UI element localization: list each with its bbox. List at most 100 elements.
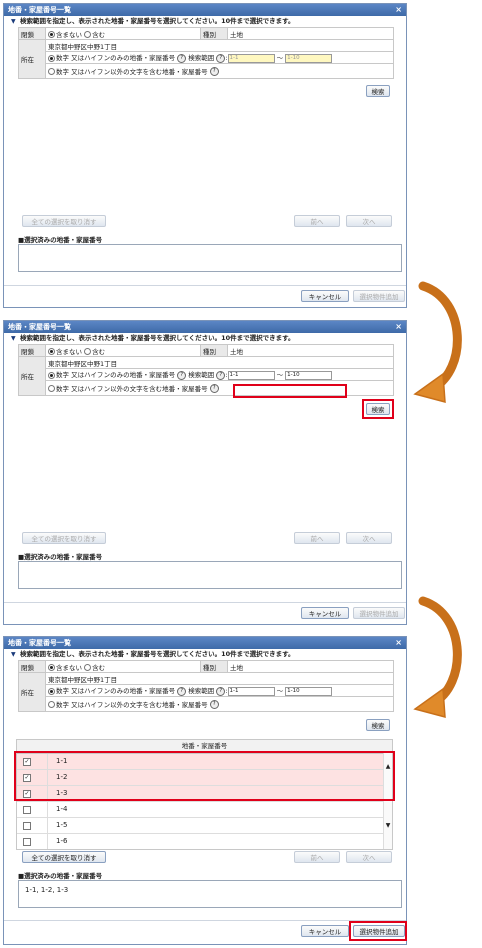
dialog-title: 地番・家屋番号一覧 (8, 323, 71, 331)
selected-box (18, 561, 402, 589)
add-selected-button[interactable]: 選択物件追加 (353, 607, 405, 619)
kind-value: 土地 (227, 660, 394, 673)
closed-include-radio[interactable] (84, 348, 92, 355)
dialog-titlebar: 地番・家屋番号一覧 × (4, 637, 406, 649)
help-icon[interactable]: ? (177, 53, 187, 63)
triangle-icon: ▼ (11, 651, 16, 658)
help-icon[interactable]: ? (209, 384, 219, 394)
row-checkbox[interactable] (23, 838, 31, 846)
prev-button[interactable]: 前へ (294, 215, 340, 227)
next-button[interactable]: 次へ (346, 215, 392, 227)
cancel-button[interactable]: キャンセル (301, 925, 349, 937)
range-from-input[interactable]: 1-1 (227, 370, 275, 380)
help-icon[interactable]: ? (209, 700, 219, 710)
search-conditions: 閉鎖 含まない 含む 種別 土地 所在 東京都中野区中野1丁目 数字 又はハイフ… (18, 660, 394, 712)
range-to-input[interactable]: 1-10 (285, 53, 333, 63)
search-button[interactable]: 検索 (366, 85, 390, 97)
cancel-button[interactable]: キャンセル (301, 290, 349, 302)
closed-exclude-radio[interactable] (48, 348, 55, 355)
instruction: ▼ 検索範囲を指定し、表示された地番・家屋番号を選択してください。10件まで選択で… (11, 650, 295, 658)
location-label: 所在 (18, 39, 46, 79)
add-selected-button[interactable]: 選択物件追加 (353, 290, 405, 302)
cancel-button[interactable]: キャンセル (301, 607, 349, 619)
range-from-input[interactable]: 1-1 (227, 686, 275, 696)
closed-label: 閉鎖 (18, 660, 46, 673)
closed-label: 閉鎖 (18, 27, 46, 40)
range-to-input[interactable]: 1-10 (285, 686, 333, 696)
closed-exclude-radio[interactable] (48, 31, 55, 38)
address-value: 東京都中野区中野1丁目 (45, 39, 394, 52)
kind-label: 種別 (200, 27, 228, 40)
row-value: 1-5 (47, 818, 67, 833)
dialog-title: 地番・家屋番号一覧 (8, 6, 71, 14)
table-row[interactable]: 1-6 (17, 834, 392, 849)
table-row[interactable]: 1-4 (17, 802, 392, 818)
location-label: 所在 (18, 356, 46, 396)
help-icon[interactable]: ? (177, 370, 187, 380)
other-radio[interactable] (48, 385, 55, 393)
numeric-radio[interactable] (48, 54, 55, 62)
search-highlight (362, 399, 394, 419)
selected-label: ■選択済みの地番・家屋番号 (18, 236, 103, 244)
address-value: 東京都中野区中野1丁目 (45, 672, 394, 685)
flow-arrow-2 (413, 596, 462, 718)
dialog-step1: 地番・家屋番号一覧 × ▼ 検索範囲を指定し、表示された地番・家屋番号を選択してく… (3, 3, 407, 308)
dialog-step2: 地番・家屋番号一覧 × ▼ 検索範囲を指定し、表示された地番・家屋番号を選択してく… (3, 320, 407, 625)
range-to-input[interactable]: 1-10 (285, 370, 333, 380)
clear-all-button[interactable]: 全ての選択を取り消す (22, 215, 106, 227)
dialog-titlebar: 地番・家屋番号一覧 × (4, 4, 406, 16)
help-icon[interactable]: ? (177, 686, 187, 696)
help-icon[interactable]: ? (216, 686, 226, 696)
rows-highlight (14, 751, 395, 801)
clear-all-button[interactable]: 全ての選択を取り消す (22, 851, 106, 863)
help-icon[interactable]: ? (209, 67, 219, 77)
numeric-radio[interactable] (48, 687, 55, 695)
selected-label: ■選択済みの地番・家屋番号 (18, 872, 103, 880)
closed-label: 閉鎖 (18, 344, 46, 357)
triangle-icon: ▼ (11, 335, 16, 342)
instruction: ▼ 検索範囲を指定し、表示された地番・家屋番号を選択してください。10件まで選択で… (11, 17, 295, 25)
add-highlight (349, 921, 407, 941)
clear-all-button[interactable]: 全ての選択を取り消す (22, 532, 106, 544)
table-row[interactable]: 1-5 (17, 818, 392, 834)
row-checkbox[interactable] (23, 806, 31, 814)
dialog-title: 地番・家屋番号一覧 (8, 639, 71, 647)
close-icon[interactable]: × (395, 321, 402, 333)
help-icon[interactable]: ? (216, 370, 226, 380)
row-value: 1-4 (47, 802, 67, 817)
other-radio[interactable] (48, 68, 55, 76)
numeric-radio[interactable] (48, 371, 55, 379)
dialog-step3: 地番・家屋番号一覧 × ▼ 検索範囲を指定し、表示された地番・家屋番号を選択してく… (3, 636, 407, 945)
row-value: 1-6 (47, 834, 67, 849)
kind-value: 土地 (227, 344, 394, 357)
closed-exclude-radio[interactable] (48, 664, 55, 671)
search-button[interactable]: 検索 (366, 719, 390, 731)
kind-label: 種別 (200, 344, 228, 357)
location-label: 所在 (18, 672, 46, 712)
search-conditions: 閉鎖 含まない 含む 種別 土地 所在 東京都中野区中野1丁目 数字 又はハイフ… (18, 27, 394, 79)
closed-include-radio[interactable] (84, 31, 92, 38)
address-value: 東京都中野区中野1丁目 (45, 356, 394, 369)
next-button[interactable]: 次へ (346, 532, 392, 544)
range-from-input[interactable]: 1-1 (227, 53, 275, 63)
row-checkbox[interactable] (23, 822, 31, 830)
selected-label: ■選択済みの地番・家屋番号 (18, 553, 103, 561)
close-icon[interactable]: × (395, 4, 402, 16)
help-icon[interactable]: ? (216, 53, 226, 63)
selected-box (18, 244, 402, 272)
next-button[interactable]: 次へ (346, 851, 392, 863)
kind-label: 種別 (200, 660, 228, 673)
instruction: ▼ 検索範囲を指定し、表示された地番・家屋番号を選択してください。10件まで選択で… (11, 334, 295, 342)
kind-value: 土地 (227, 27, 394, 40)
closed-include-radio[interactable] (84, 664, 92, 671)
other-radio[interactable] (48, 701, 55, 709)
prev-button[interactable]: 前へ (294, 851, 340, 863)
dialog-titlebar: 地番・家屋番号一覧 × (4, 321, 406, 333)
prev-button[interactable]: 前へ (294, 532, 340, 544)
scroll-down-icon[interactable]: ▼ (384, 822, 392, 829)
triangle-icon: ▼ (11, 18, 16, 25)
selected-box: 1-1, 1-2, 1-3 (18, 880, 402, 908)
close-icon[interactable]: × (395, 637, 402, 649)
range-highlight (233, 384, 347, 398)
flow-arrow-1 (413, 281, 462, 403)
